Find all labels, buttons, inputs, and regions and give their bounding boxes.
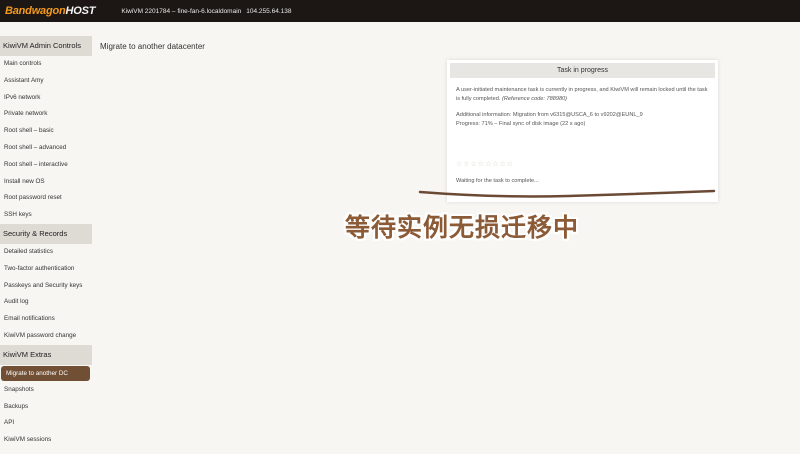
hand-drawn-underline	[418, 189, 716, 198]
sidebar-item-email-notifications[interactable]: Email notifications	[0, 311, 92, 328]
task-message-paragraph: A user-initiated maintenance task is cur…	[456, 86, 709, 103]
section-admin-controls: KiwiVM Admin Controls	[0, 36, 92, 56]
sidebar-item-root-shell-interactive[interactable]: Root shell – interactive	[0, 157, 92, 174]
sidebar-item-two-factor-auth[interactable]: Two-factor authentication	[0, 261, 92, 278]
task-progress-text: Progress: 71% – Final sync of disk image…	[456, 120, 586, 127]
sidebar-item-main-controls[interactable]: Main controls	[0, 56, 92, 73]
sidebar-item-migrate-dc[interactable]: Migrate to another DC	[1, 365, 90, 381]
page-title: Migrate to another datacenter	[100, 42, 205, 51]
task-message: A user-initiated maintenance task is cur…	[456, 87, 708, 102]
sidebar-item-kiwivm-password-change[interactable]: KiwiVM password change	[0, 328, 92, 345]
server-info: KiwiVM 2201784 – fine-fan-6.localdomain 1…	[121, 8, 291, 15]
sidebar-item-private-network[interactable]: Private network	[0, 106, 92, 123]
sidebar-item-install-new-os[interactable]: Install new OS	[0, 174, 92, 191]
top-bar: BandwagonHOST KiwiVM 2201784 – fine-fan-…	[0, 0, 800, 22]
server-ip: 104.255.64.138	[246, 7, 292, 15]
sidebar-item-snapshots[interactable]: Snapshots	[0, 382, 92, 399]
overlay-caption: 等待实例无损迁移中	[345, 213, 580, 242]
sidebar-item-root-password-reset[interactable]: Root password reset	[0, 190, 92, 207]
task-reference-code: (Reference code: 788980)	[502, 95, 568, 102]
sidebar-item-backups[interactable]: Backups	[0, 399, 92, 416]
sidebar-item-api[interactable]: API	[0, 415, 92, 432]
section-security-records: Security & Records	[0, 223, 92, 244]
sidebar-item-kiwivm-sessions[interactable]: KiwiVM sessions	[0, 432, 92, 449]
sidebar-item-detailed-statistics[interactable]: Detailed statistics	[0, 244, 92, 261]
waiting-status: Waiting for the task to complete...	[456, 178, 539, 184]
sidebar-item-assistant-amy[interactable]: Assistant Amy	[0, 73, 92, 90]
sidebar-item-root-shell-advanced[interactable]: Root shell – advanced	[0, 140, 92, 157]
sidebar-item-ipv6-network[interactable]: IPv6 network	[0, 90, 92, 107]
task-card-body: A user-initiated maintenance task is cur…	[447, 78, 718, 128]
progress-stars: ☆☆☆☆☆☆☆☆	[456, 161, 515, 168]
bandwagonhost-logo[interactable]: BandwagonHOST	[5, 5, 96, 17]
section-kiwivm-extras: KiwiVM Extras	[0, 344, 92, 365]
sidebar-item-audit-log[interactable]: Audit log	[0, 294, 92, 311]
task-additional-info: Additional information: Migration from v…	[456, 112, 643, 118]
server-name: KiwiVM 2201784 – fine-fan-6.localdomain	[121, 7, 242, 15]
sidebar: KiwiVM Admin Controls Main controls Assi…	[0, 36, 92, 454]
sidebar-item-ssh-keys[interactable]: SSH keys	[0, 207, 92, 224]
task-progress-card: Task in progress A user-initiated mainte…	[447, 60, 718, 202]
sidebar-item-passkeys[interactable]: Passkeys and Security keys	[0, 278, 92, 295]
task-card-title: Task in progress	[450, 63, 715, 78]
sidebar-item-root-shell-basic[interactable]: Root shell – basic	[0, 123, 92, 140]
